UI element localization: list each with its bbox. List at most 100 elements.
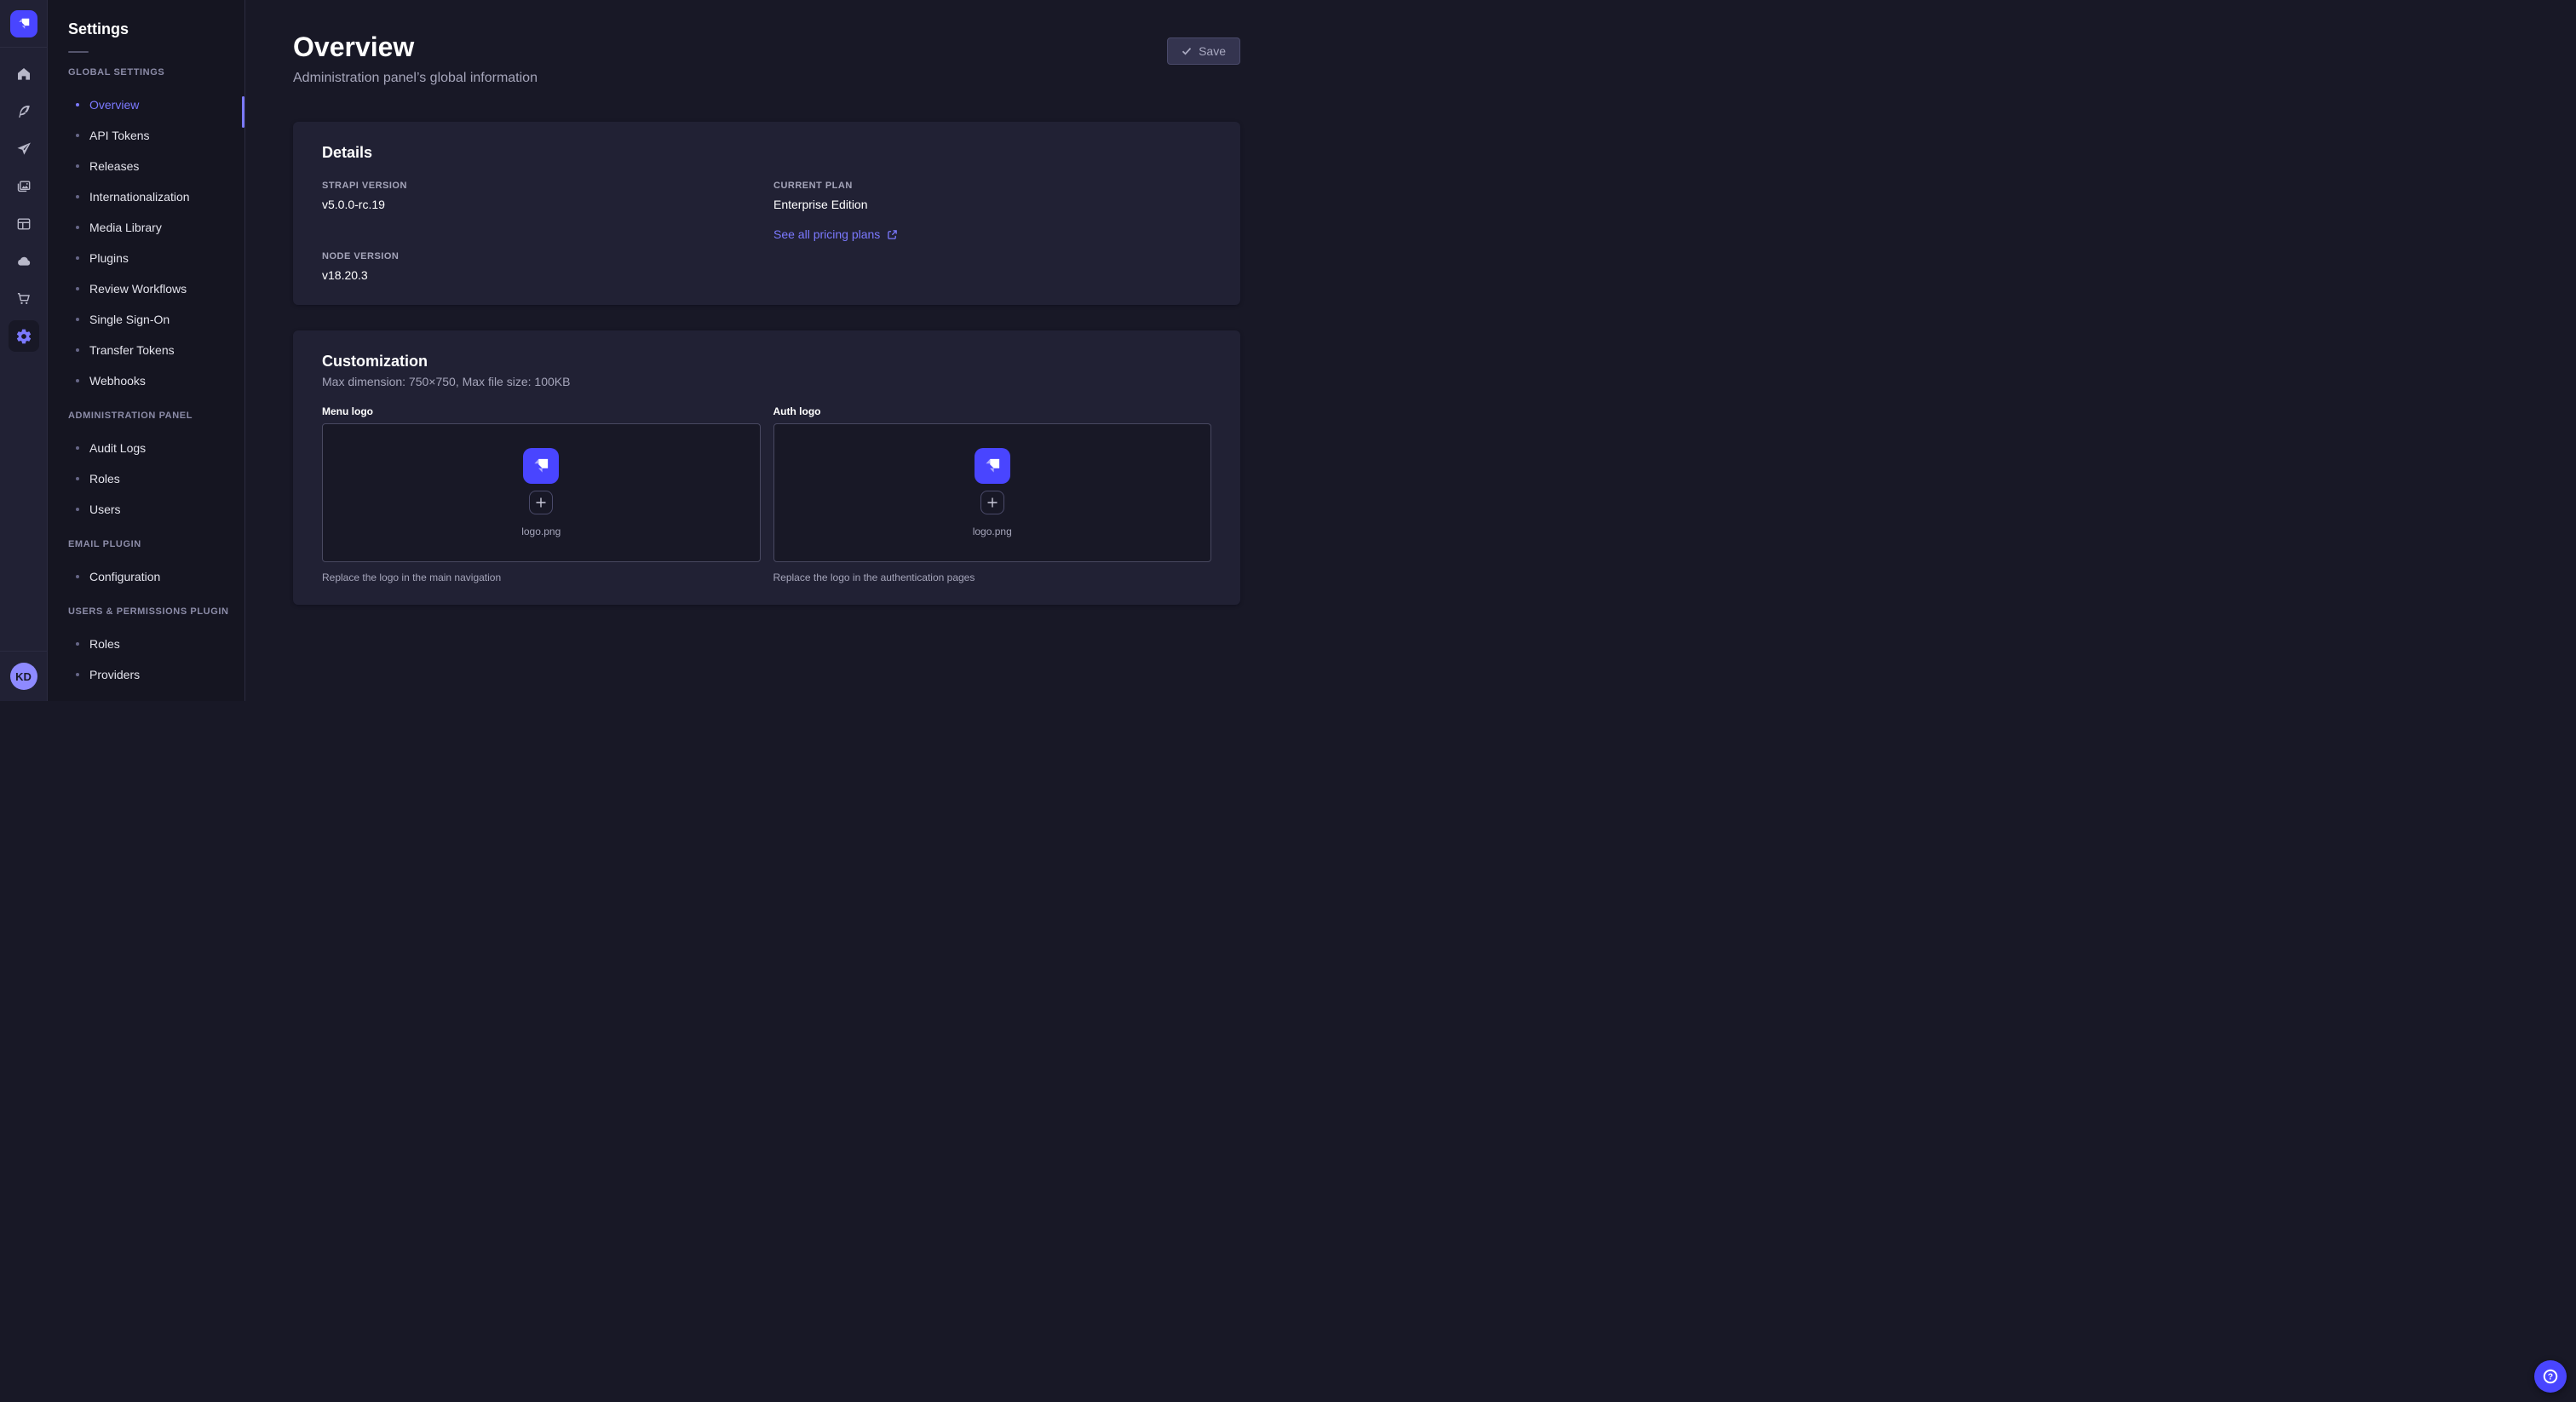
- subnav-item-label: Internationalization: [89, 190, 190, 204]
- subnav-item-label: Roles: [89, 637, 120, 651]
- subnav-item-up-roles[interactable]: Roles: [48, 629, 244, 659]
- subnav-item-plugins[interactable]: Plugins: [48, 243, 244, 273]
- app-root: KD Settings GLOBAL SETTINGS Overview API…: [0, 0, 1288, 701]
- subnav-item-admin-roles[interactable]: Roles: [48, 463, 244, 494]
- subnav-item-label: Providers: [89, 668, 140, 681]
- customization-card-title: Customization: [322, 353, 1211, 371]
- node-version-label: NODE VERSION: [322, 251, 760, 262]
- subnav-item-label: Releases: [89, 159, 139, 173]
- auth-logo-upload: Auth logo logo.png Replace the logo in t…: [773, 405, 1212, 584]
- menu-logo-dropzone[interactable]: logo.png: [322, 423, 761, 562]
- pricing-plans-link-label: See all pricing plans: [773, 227, 880, 241]
- feather-icon[interactable]: [9, 95, 39, 127]
- customization-card-subtitle: Max dimension: 750×750, Max file size: 1…: [322, 375, 1211, 389]
- menu-logo-filename: logo.png: [521, 526, 561, 537]
- plus-icon: [986, 497, 998, 509]
- node-version-value: v18.20.3: [322, 268, 760, 283]
- subnav-item-label: Review Workflows: [89, 282, 187, 296]
- settings-subnav: Settings GLOBAL SETTINGS Overview API To…: [48, 0, 245, 701]
- layout-icon[interactable]: [9, 208, 39, 239]
- cloud-icon[interactable]: [9, 245, 39, 277]
- subnav-item-label: Single Sign-On: [89, 313, 170, 326]
- check-icon: [1182, 47, 1192, 55]
- subnav-item-label: Transfer Tokens: [89, 343, 175, 357]
- bullet-icon: [76, 103, 79, 106]
- bullet-icon: [76, 256, 79, 260]
- home-icon[interactable]: [9, 58, 39, 89]
- section-title: USERS & PERMISSIONS PLUGIN: [68, 606, 244, 618]
- pricing-plans-link[interactable]: See all pricing plans: [773, 227, 898, 241]
- save-button-label: Save: [1199, 44, 1226, 58]
- subnav-item-label: Configuration: [89, 570, 160, 583]
- save-button[interactable]: Save: [1167, 37, 1240, 65]
- subnav-item-single-sign-on[interactable]: Single Sign-On: [48, 304, 244, 335]
- subnav-item-webhooks[interactable]: Webhooks: [48, 365, 244, 396]
- section-title: ADMINISTRATION PANEL: [68, 411, 244, 422]
- node-version-field: NODE VERSION v18.20.3: [322, 251, 760, 283]
- subnav-item-up-providers[interactable]: Providers: [48, 659, 244, 690]
- bullet-icon: [76, 575, 79, 578]
- send-icon[interactable]: [9, 133, 39, 164]
- subnav-item-email-configuration[interactable]: Configuration: [48, 561, 244, 592]
- subnav-item-api-tokens[interactable]: API Tokens: [48, 120, 244, 151]
- subnav-section-global-settings: GLOBAL SETTINGS Overview API Tokens Rele…: [48, 67, 244, 396]
- user-avatar[interactable]: KD: [10, 663, 37, 690]
- subnav-item-overview[interactable]: Overview: [48, 89, 244, 120]
- strapi-version-label: STRAPI VERSION: [322, 181, 760, 192]
- current-plan-field: CURRENT PLAN Enterprise Edition: [773, 181, 1211, 212]
- details-left-column: STRAPI VERSION v5.0.0-rc.19 NODE VERSION…: [322, 181, 760, 283]
- auth-logo-label: Auth logo: [773, 405, 1212, 418]
- auth-logo-dropzone[interactable]: logo.png: [773, 423, 1212, 562]
- menu-logo-label: Menu logo: [322, 405, 761, 418]
- strapi-logo-icon: [981, 455, 1003, 477]
- subnav-item-label: Webhooks: [89, 374, 146, 388]
- section-title: GLOBAL SETTINGS: [68, 67, 244, 78]
- rail-nav: [9, 48, 39, 352]
- subnav-item-label: Plugins: [89, 251, 129, 265]
- strapi-version-field: STRAPI VERSION v5.0.0-rc.19: [322, 181, 760, 212]
- subnav-section-administration-panel: ADMINISTRATION PANEL Audit Logs Roles Us…: [48, 411, 244, 525]
- page-subtitle: Administration panel’s global informatio…: [293, 70, 1240, 86]
- current-plan-value: Enterprise Edition: [773, 198, 1211, 212]
- subnav-item-label: Users: [89, 503, 121, 516]
- bullet-icon: [76, 195, 79, 198]
- main-content: Overview Administration panel’s global i…: [245, 0, 1288, 701]
- subnav-rule: [68, 51, 89, 53]
- question-circle-icon: ?: [2541, 1367, 2560, 1386]
- gear-icon[interactable]: [9, 320, 39, 352]
- svg-text:?: ?: [2548, 1372, 2553, 1382]
- strapi-logo-icon: [15, 15, 32, 32]
- subnav-item-audit-logs[interactable]: Audit Logs: [48, 433, 244, 463]
- images-icon[interactable]: [9, 170, 39, 202]
- bullet-icon: [76, 348, 79, 352]
- plus-icon: [535, 497, 547, 509]
- bullet-icon: [76, 226, 79, 229]
- subnav-section-email-plugin: EMAIL PLUGIN Configuration: [48, 539, 244, 592]
- details-right-column: CURRENT PLAN Enterprise Edition See all …: [773, 181, 1211, 283]
- subnav-item-label: Overview: [89, 98, 139, 112]
- subnav-item-label: Audit Logs: [89, 441, 146, 455]
- strapi-version-value: v5.0.0-rc.19: [322, 198, 760, 212]
- subnav-item-label: Media Library: [89, 221, 162, 234]
- bullet-icon: [76, 642, 79, 646]
- active-item-indicator: [242, 96, 244, 128]
- subnav-item-media-library[interactable]: Media Library: [48, 212, 244, 243]
- subnav-item-transfer-tokens[interactable]: Transfer Tokens: [48, 335, 244, 365]
- subnav-title: Settings: [68, 20, 244, 38]
- rail-divider-bottom: [0, 651, 47, 652]
- strapi-logo[interactable]: [10, 10, 37, 37]
- bullet-icon: [76, 287, 79, 290]
- subnav-item-internationalization[interactable]: Internationalization: [48, 181, 244, 212]
- menu-logo-add-button[interactable]: [529, 491, 553, 514]
- details-card-title: Details: [322, 144, 1211, 162]
- bullet-icon: [76, 164, 79, 168]
- subnav-item-releases[interactable]: Releases: [48, 151, 244, 181]
- subnav-item-review-workflows[interactable]: Review Workflows: [48, 273, 244, 304]
- menu-logo-hint: Replace the logo in the main navigation: [322, 572, 761, 584]
- help-button[interactable]: ?: [2534, 1360, 2567, 1393]
- strapi-logo-icon: [530, 455, 552, 477]
- bullet-icon: [76, 379, 79, 382]
- auth-logo-add-button[interactable]: [980, 491, 1004, 514]
- subnav-item-admin-users[interactable]: Users: [48, 494, 244, 525]
- cart-icon[interactable]: [9, 283, 39, 314]
